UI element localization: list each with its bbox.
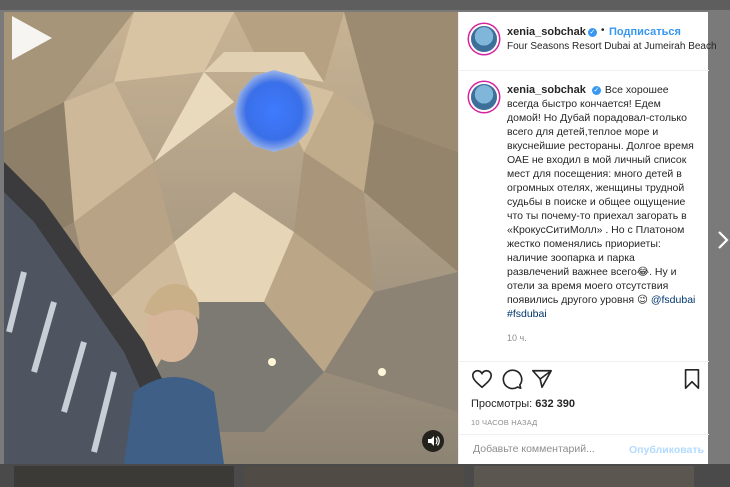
avatar[interactable] xyxy=(471,26,497,52)
post-actions: Просмотры: 632 390 10 ЧАСОВ НАЗАД Опубли… xyxy=(459,361,709,465)
caption-time: 10 ч. xyxy=(507,333,527,343)
views-value: 632 390 xyxy=(535,398,576,410)
mention-link[interactable]: @fsdubai xyxy=(651,294,696,306)
video-frame xyxy=(4,12,458,464)
sound-icon xyxy=(428,436,440,446)
post-date: 10 ЧАСОВ НАЗАД xyxy=(471,418,538,427)
comment-input[interactable] xyxy=(471,442,625,456)
location-link[interactable]: Four Seasons Resort Dubai at Jumeirah Be… xyxy=(507,41,717,52)
share-icon[interactable] xyxy=(531,368,553,390)
grid-thumbnail[interactable] xyxy=(244,466,464,487)
views-count: Просмотры: 632 390 xyxy=(471,398,575,410)
post-modal: xenia_sobchak ✓ • Подписаться Four Season… xyxy=(4,12,717,465)
post-video[interactable] xyxy=(4,12,458,464)
sound-button[interactable] xyxy=(422,430,444,452)
caption-username[interactable]: xenia_sobchak xyxy=(507,84,586,96)
caption: xenia_sobchak ✓ Все хорошее всегда быстро … xyxy=(507,83,697,321)
publish-button[interactable]: Опубликовать xyxy=(629,444,704,456)
post-side-panel: xenia_sobchak ✓ • Подписаться Four Season… xyxy=(458,12,717,465)
grid-thumbnail[interactable] xyxy=(14,466,234,487)
username-link[interactable]: xenia_sobchak ✓ xyxy=(507,26,597,38)
caption-section: xenia_sobchak ✓ Все хорошее всегда быстро … xyxy=(459,71,709,361)
avatar[interactable] xyxy=(471,84,497,110)
chevron-right-icon[interactable] xyxy=(716,230,730,250)
post-header: xenia_sobchak ✓ • Подписаться Four Season… xyxy=(459,12,717,71)
grid-thumbnail[interactable] xyxy=(474,466,694,487)
bookmark-icon[interactable] xyxy=(681,368,703,390)
play-icon[interactable] xyxy=(4,12,56,64)
separator-dot: • xyxy=(601,25,605,36)
comment-form: Опубликовать xyxy=(459,434,709,466)
follow-button[interactable]: Подписаться xyxy=(609,26,681,38)
views-label: Просмотры: xyxy=(471,398,533,410)
username-text: xenia_sobchak xyxy=(507,26,586,38)
comment-icon[interactable] xyxy=(501,368,523,390)
heart-icon[interactable] xyxy=(471,368,493,390)
top-bar xyxy=(0,0,730,10)
caption-text: Все хорошее всегда быстро кончается! Еде… xyxy=(507,84,694,306)
verified-badge-icon: ✓ xyxy=(587,28,597,37)
hashtag-link[interactable]: #fsdubai xyxy=(507,308,547,320)
verified-badge-icon: ✓ xyxy=(591,86,601,95)
